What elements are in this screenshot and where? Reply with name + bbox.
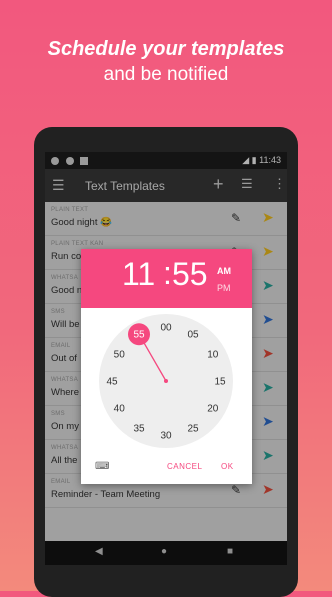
am-toggle[interactable]: AM	[217, 266, 231, 276]
hour-display[interactable]: 11	[122, 256, 155, 293]
time-separator: :	[163, 255, 172, 291]
clock-number-05[interactable]: 05	[187, 330, 199, 341]
clock-number-40[interactable]: 40	[114, 404, 126, 415]
clock-number-20[interactable]: 20	[207, 404, 219, 415]
cancel-button[interactable]: CANCEL	[167, 462, 202, 471]
clock-number-50[interactable]: 50	[114, 350, 126, 361]
time-picker-header: 11 : 55 AM PM	[81, 249, 252, 308]
clock-number-35[interactable]: 35	[133, 423, 145, 434]
promo-headline: Schedule your templates and be notified	[0, 36, 332, 88]
clock-face[interactable]: 00 05 10 15 20 25 30 35 40 45 50 55	[81, 308, 252, 458]
clock-number-25[interactable]: 25	[187, 423, 199, 434]
minute-display[interactable]: 55	[172, 256, 208, 293]
promo-line2: and be notified	[103, 64, 229, 85]
clock-number-10[interactable]: 10	[207, 350, 219, 361]
keyboard-icon[interactable]: ⌨	[95, 461, 109, 472]
clock-center	[164, 379, 168, 383]
clock-number-15[interactable]: 15	[214, 377, 226, 388]
promo-line1: Schedule your templates	[47, 38, 285, 60]
time-picker-dialog: 11 : 55 AM PM 00 05 10 15 20 25 30 35 40 45 50 55 ⌨…	[81, 249, 252, 484]
clock-number-55[interactable]: 55	[133, 330, 145, 341]
pm-toggle[interactable]: PM	[217, 283, 231, 293]
clock-number-45[interactable]: 45	[106, 377, 118, 388]
ok-button[interactable]: OK	[221, 462, 234, 471]
clock-number-30[interactable]: 30	[160, 431, 172, 442]
clock-number-00[interactable]: 00	[160, 323, 172, 334]
